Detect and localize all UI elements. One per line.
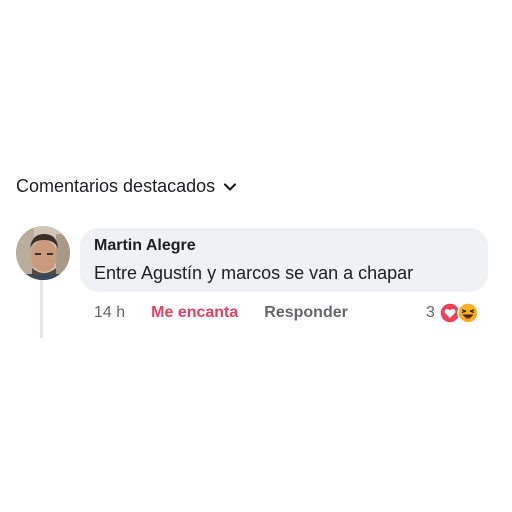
reaction-count: 3 (426, 304, 435, 321)
reaction-icons (439, 302, 479, 324)
reply-button[interactable]: Responder (264, 304, 348, 322)
love-reaction-button[interactable]: Me encanta (151, 304, 238, 322)
comment-timestamp[interactable]: 14 h (94, 304, 125, 322)
comment-actions: 14 h Me encanta Responder (94, 304, 348, 322)
chevron-down-icon (224, 182, 237, 191)
comment-author[interactable]: Martin Alegre (94, 236, 474, 256)
comment-bubble: Martin Alegre Entre Agustín y marcos se … (80, 228, 488, 292)
avatar[interactable] (16, 226, 70, 280)
haha-reaction-icon (457, 302, 479, 324)
comments-sort-dropdown[interactable]: Comentarios destacados (16, 176, 237, 197)
avatar-photo (16, 226, 70, 280)
thread-line (40, 280, 43, 338)
comment-text: Entre Agustín y marcos se van a chapar (94, 263, 414, 283)
sort-label: Comentarios destacados (16, 176, 216, 196)
reactions-summary[interactable]: 3 (426, 302, 479, 324)
